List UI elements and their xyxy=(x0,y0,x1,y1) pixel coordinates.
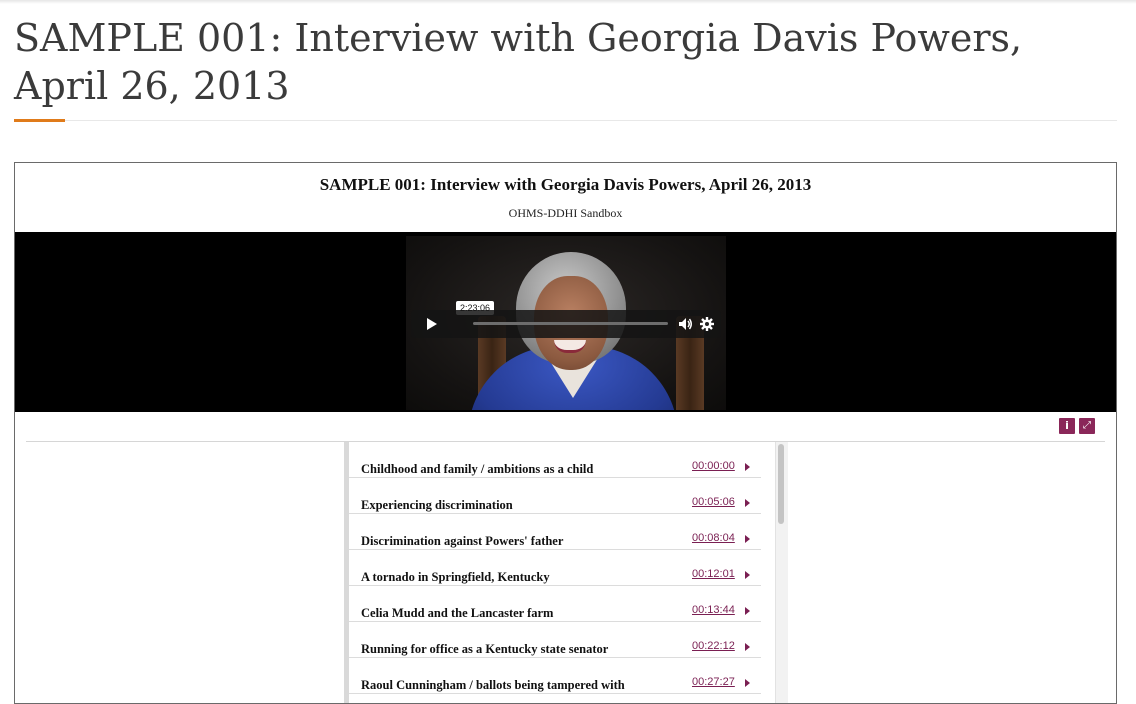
repository-name: OHMS-DDHI Sandbox xyxy=(508,206,623,220)
expand-arrow-icon[interactable] xyxy=(745,643,750,651)
expand-arrow-icon[interactable] xyxy=(745,535,750,543)
segment-title: A tornado in Springfield, Kentucky xyxy=(361,570,550,584)
ohms-viewer: SAMPLE 001: Interview with Georgia Davis… xyxy=(14,162,1117,704)
play-icon[interactable] xyxy=(423,316,439,332)
segment-title: Celia Mudd and the Lancaster farm xyxy=(361,606,554,620)
viewer-title: SAMPLE 001: Interview with Georgia Davis… xyxy=(319,175,812,194)
segment-timestamp-link[interactable]: 00:27:27 xyxy=(692,676,735,688)
segment-title: Discrimination against Powers' father xyxy=(361,534,564,548)
segment-title: Childhood and family / ambitions as a ch… xyxy=(361,462,594,476)
expand-arrow-icon[interactable] xyxy=(745,499,750,507)
segment-timestamp-link[interactable]: 00:13:44 xyxy=(692,604,735,616)
expand-icon[interactable]: ⤢ xyxy=(1079,418,1095,434)
player-controls xyxy=(411,310,721,338)
segment-timestamp-link[interactable]: 00:00:00 xyxy=(692,460,735,472)
index-segment[interactable]: Childhood and family / ambitions as a ch… xyxy=(349,442,761,478)
index-segment[interactable]: Celia Mudd and the Lancaster farm 00:13:… xyxy=(349,586,761,622)
expand-arrow-icon[interactable] xyxy=(745,679,750,687)
expand-arrow-icon[interactable] xyxy=(745,607,750,615)
index-segment[interactable]: Discrimination against Powers' father 00… xyxy=(349,514,761,550)
info-icon[interactable]: i xyxy=(1059,418,1075,434)
index-segment[interactable]: Running for office as a Kentucky state s… xyxy=(349,622,761,658)
gear-icon[interactable] xyxy=(699,316,715,332)
title-divider xyxy=(65,120,1117,121)
segment-timestamp-link[interactable]: 00:12:01 xyxy=(692,568,735,580)
top-shadow xyxy=(0,0,1136,4)
segment-timestamp-link[interactable]: 00:22:12 xyxy=(692,640,735,652)
page-title: SAMPLE 001: Interview with Georgia Davis… xyxy=(14,16,1023,108)
volume-icon[interactable] xyxy=(677,316,693,332)
segment-timestamp-link[interactable]: 00:05:06 xyxy=(692,496,735,508)
index-segment[interactable]: Experiencing discrimination 00:05:06 xyxy=(349,478,761,514)
seek-bar[interactable] xyxy=(473,322,668,325)
index-scrollbar-thumb[interactable] xyxy=(778,444,784,524)
segment-title: Running for office as a Kentucky state s… xyxy=(361,642,609,656)
title-accent-underline xyxy=(14,119,65,122)
expand-arrow-icon[interactable] xyxy=(745,463,750,471)
index-list: Childhood and family / ambitions as a ch… xyxy=(344,442,761,703)
index-segment[interactable]: Raoul Cunningham / ballots being tampere… xyxy=(349,658,761,694)
expand-arrow-icon[interactable] xyxy=(745,571,750,579)
segment-timestamp-link[interactable]: 00:08:04 xyxy=(692,532,735,544)
index-segment[interactable]: A tornado in Springfield, Kentucky 00:12… xyxy=(349,550,761,586)
segment-title: Experiencing discrimination xyxy=(361,498,513,512)
